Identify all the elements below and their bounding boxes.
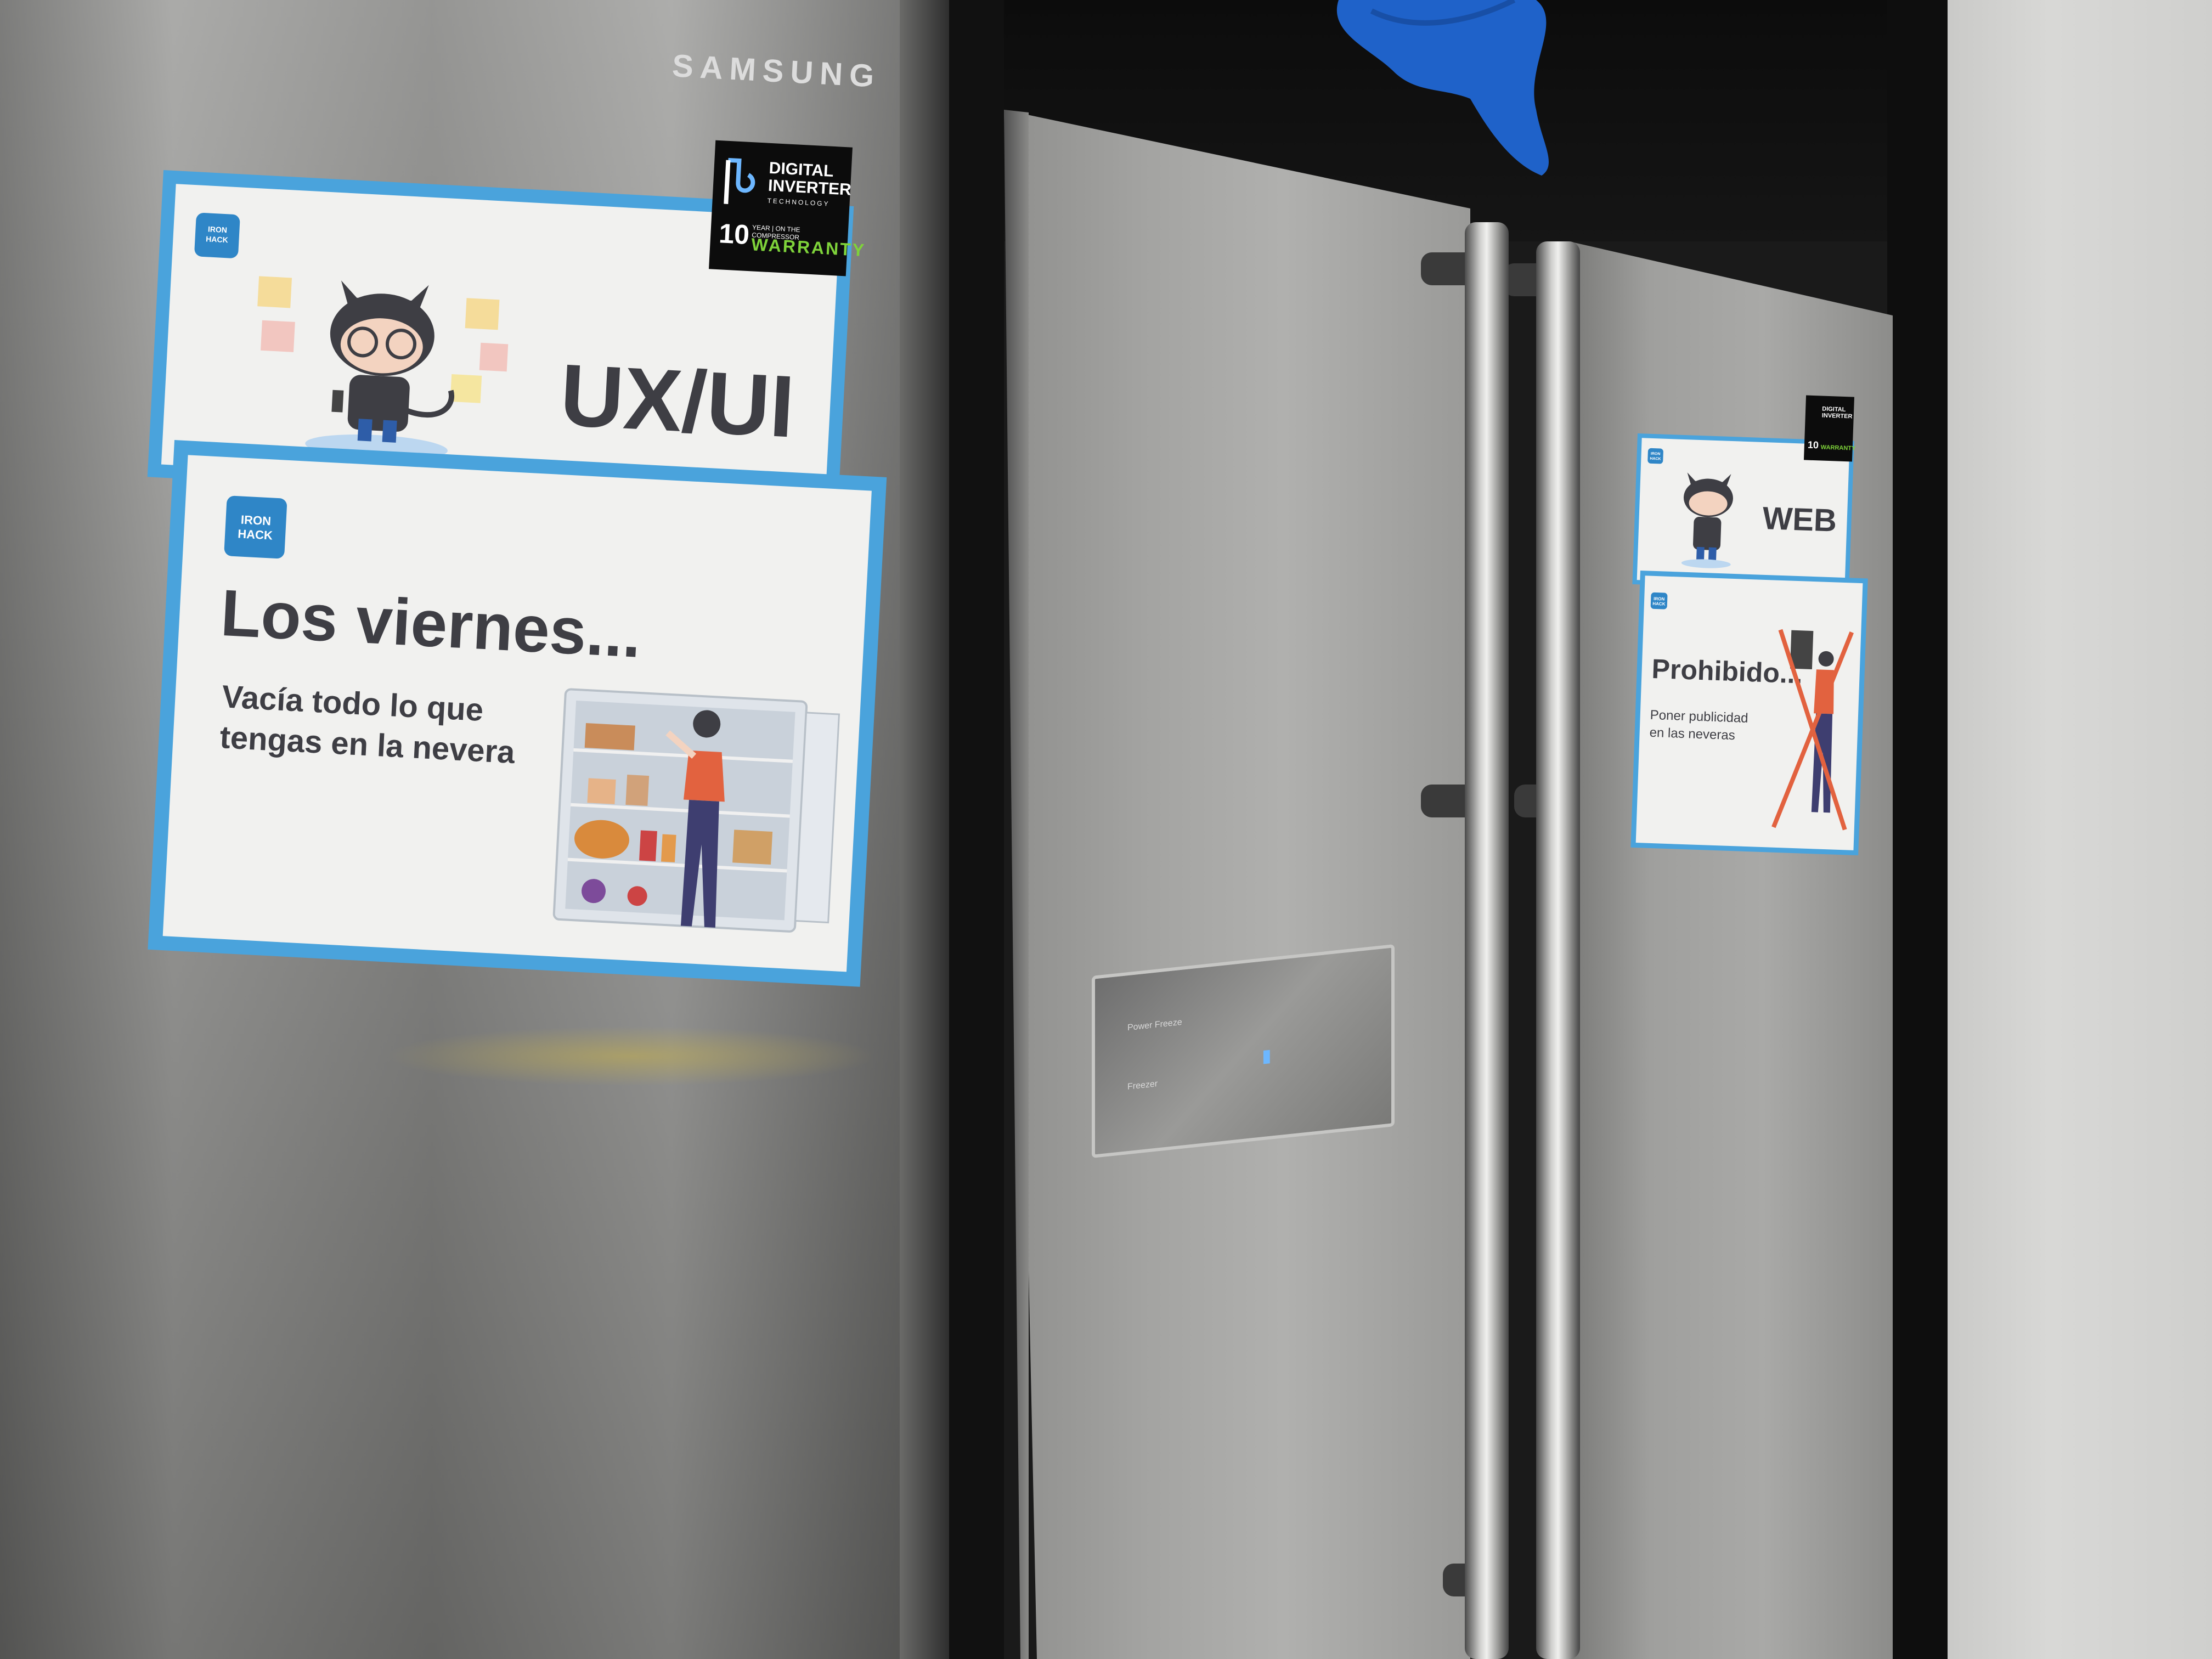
left-fridge-edge (900, 0, 949, 1659)
prohibited-poster-illustration (1771, 629, 1854, 831)
inverter-line1: DIGITAL INVERTER (768, 159, 852, 199)
badge-line1: IRON (207, 224, 228, 235)
sign-los-viernes-panel: IRON HACK Los viernes... Vacía todo lo q… (162, 455, 872, 972)
sign-los-viernes: IRON HACK Los viernes... Vacía todo lo q… (148, 440, 887, 987)
badge-line1: IRON (1650, 452, 1661, 456)
dispenser-panel[interactable] (1092, 944, 1395, 1159)
inverter-years: 10 (718, 218, 751, 251)
sign-body: Poner publicidad en las neveras (1649, 707, 1748, 745)
ironhack-badge: IRON HACK (194, 212, 240, 259)
middle-fridge-edge (1004, 110, 1029, 1659)
sign-prohibido-panel: IRON HACK Prohibido... Poner publicidad … (1635, 575, 1863, 850)
wall (1942, 0, 2212, 1659)
inverter-line1: DIGITAL INVERTER (1821, 405, 1853, 420)
inverter-logo-icon (724, 157, 755, 204)
badge-line2: HACK (237, 527, 273, 543)
ironhack-badge: IRON HACK (1647, 448, 1664, 464)
sign-prohibido: IRON HACK Prohibido... Poner publicidad … (1630, 571, 1868, 856)
middle-fridge-door (1004, 110, 1470, 1659)
inverter-warranty-label: DIGITAL INVERTER TECHNOLOGY 10 YEAR | ON … (709, 140, 866, 276)
octocat-icon (257, 276, 509, 460)
octocat-icon (1681, 472, 1733, 568)
inverter-years: 10 (1807, 439, 1819, 451)
badge-line2: HACK (205, 234, 229, 245)
reflection (384, 1026, 878, 1086)
sign-body-line1: Vacía todo lo que (221, 679, 484, 729)
badge-line1: IRON (240, 512, 272, 528)
sign-title: WEB (1762, 500, 1838, 539)
ironhack-badge: IRON HACK (1650, 592, 1668, 610)
ironhack-badge: IRON HACK (224, 495, 287, 559)
inverter-technology: TECHNOLOGY (767, 196, 830, 208)
sign-body-line1: Poner publicidad (1650, 707, 1748, 726)
sign-body: Vacía todo lo que tengas en la nevera (219, 676, 518, 773)
sign-title: Los viernes... (219, 575, 644, 672)
badge-line2: HACK (1650, 456, 1661, 461)
sign-body-line2: en las neveras (1649, 725, 1736, 743)
fridge-woman-illustration (552, 688, 840, 933)
fridge-handle-left[interactable] (1465, 222, 1509, 1659)
inverter-warranty-label: DIGITAL INVERTER 10 WARRANTY (1803, 395, 1856, 462)
blue-cloth (1336, 0, 1549, 176)
sign-title: UX/UI (557, 345, 797, 456)
badge-line2: HACK (1652, 601, 1666, 607)
cabinet-post (1887, 0, 1948, 1659)
inverter-warranty: WARRANTY (1820, 444, 1856, 452)
dispenser-indicator-icon: ▮ (1262, 1045, 1272, 1066)
fridge-handle-right[interactable] (1536, 241, 1580, 1659)
